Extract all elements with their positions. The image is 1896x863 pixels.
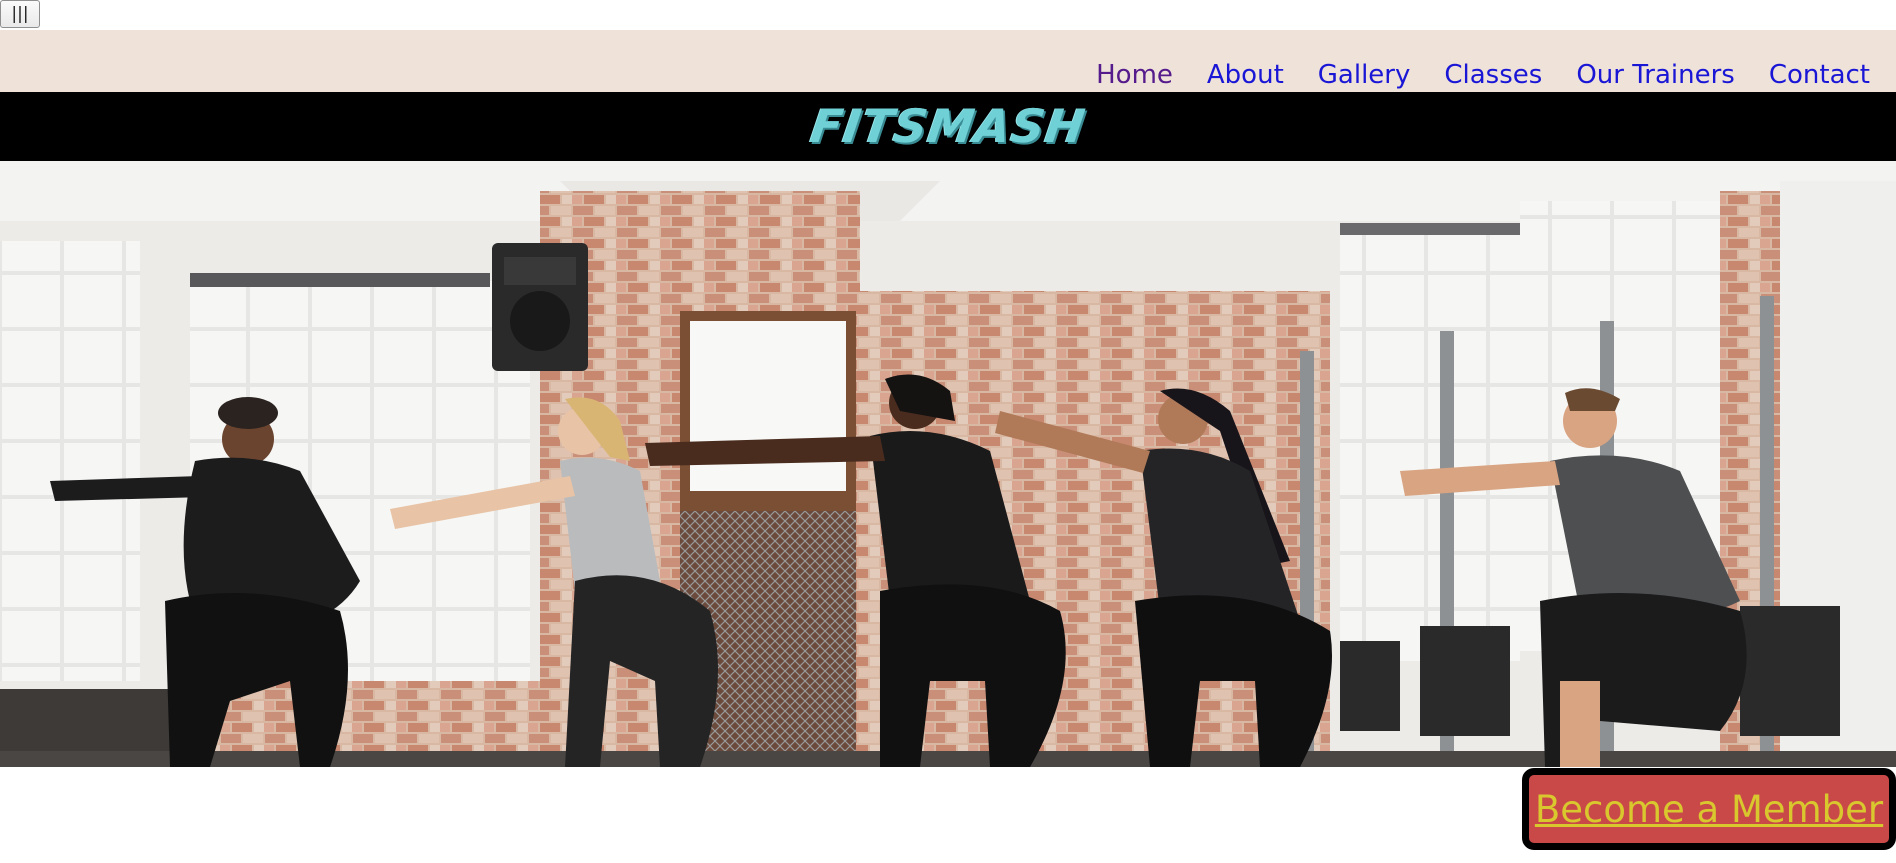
nav-link-gallery[interactable]: Gallery [1318, 58, 1411, 92]
site-logo-title: FITSMASH [807, 99, 1089, 153]
nav-list: Home About Gallery Classes Our Trainers … [1062, 58, 1870, 92]
hero-illustration [0, 161, 1896, 767]
hero-image [0, 161, 1896, 767]
become-member-link[interactable]: Become a Member [1535, 788, 1883, 831]
nav-link-our-trainers[interactable]: Our Trainers [1576, 58, 1735, 92]
nav-link-contact[interactable]: Contact [1769, 58, 1870, 92]
nav-link-classes[interactable]: Classes [1444, 58, 1542, 92]
become-member-button[interactable]: Become a Member [1522, 768, 1896, 850]
nav-link-about[interactable]: About [1207, 58, 1284, 92]
brand-header: FITSMASH [0, 92, 1896, 161]
main-nav: Home About Gallery Classes Our Trainers … [0, 30, 1896, 92]
toggle-bar: ||| [0, 0, 1896, 30]
nav-link-home[interactable]: Home [1096, 58, 1173, 92]
menu-toggle-button[interactable]: ||| [0, 0, 40, 28]
